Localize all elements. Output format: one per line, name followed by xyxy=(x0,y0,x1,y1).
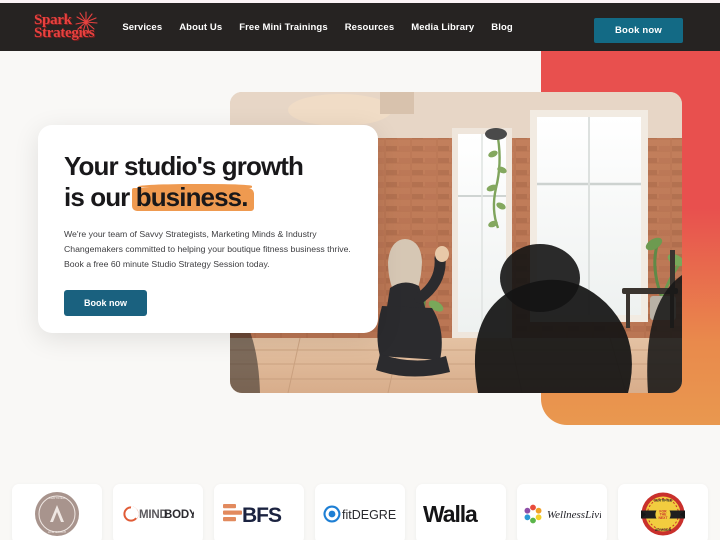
hero-title-line-1: Your studio's growth xyxy=(64,151,304,181)
svg-text:ADVISOR: ADVISOR xyxy=(655,528,672,532)
nav-item-free-mini-trainings[interactable]: Free Mini Trainings xyxy=(239,22,327,33)
nav-item-blog[interactable]: Blog xyxy=(491,22,513,33)
mindbody-logo-icon: MIND BODY xyxy=(122,504,194,524)
nav-book-now-button[interactable]: Book now xyxy=(594,18,683,43)
nav-item-about-us[interactable]: About Us xyxy=(179,22,222,33)
hero-title: Your studio's growth is our business. xyxy=(64,151,348,213)
logo-card-mindbody[interactable]: MIND BODY xyxy=(113,484,203,540)
svg-text:CERTIFIED: CERTIFIED xyxy=(654,499,673,503)
fitdegree-logo-icon: fitDEGREE xyxy=(323,504,397,524)
svg-text:BODY: BODY xyxy=(164,509,194,521)
svg-text:CERTIFIED: CERTIFIED xyxy=(49,496,66,500)
page-root: Spark Strategies Services About Us Free … xyxy=(0,0,720,540)
logo-card-bfs[interactable]: BFS xyxy=(214,484,304,540)
walla-logo-icon: Walla xyxy=(423,501,499,527)
hero-title-line-2-prefix: is our xyxy=(64,182,136,212)
nav-links: Services About Us Free Mini Trainings Re… xyxy=(122,22,512,33)
top-navigation-bar: Spark Strategies Services About Us Free … xyxy=(0,3,720,51)
logo-card-fitdegree[interactable]: fitDEGREE xyxy=(315,484,405,540)
nav-item-media-library[interactable]: Media Library xyxy=(411,22,474,33)
svg-text:LIFE COACH: LIFE COACH xyxy=(48,530,67,534)
logo-card-certified-wellness-life-coach[interactable]: CERTIFIED LIFE COACH xyxy=(12,484,102,540)
partner-logo-strip: CERTIFIED LIFE COACH MIND BODY BFS fitDE… xyxy=(0,484,720,540)
svg-text:Walla: Walla xyxy=(423,501,478,527)
hero-book-now-button[interactable]: Book now xyxy=(64,289,147,316)
wellnessliving-logo-icon: WellnessLiving xyxy=(523,503,601,525)
svg-text:WellnessLiving: WellnessLiving xyxy=(547,509,601,521)
logo-card-certified-advisor[interactable]: CERTIFIED ADVISOR FOR THE NEXT xyxy=(618,484,708,540)
bfs-logo-icon: BFS xyxy=(223,501,295,527)
nav-item-services[interactable]: Services xyxy=(122,22,162,33)
logo-card-walla[interactable]: Walla xyxy=(416,484,506,540)
svg-text:fitDEGREE: fitDEGREE xyxy=(342,508,397,522)
svg-text:NEXT: NEXT xyxy=(658,516,668,520)
logo-card-wellnessliving[interactable]: WellnessLiving xyxy=(517,484,607,540)
site-logo[interactable]: Spark Strategies xyxy=(34,11,98,41)
hero-description: We're your team of Savvy Strategists, Ma… xyxy=(64,229,351,270)
svg-text:BFS: BFS xyxy=(242,504,282,527)
certified-advisor-badge-icon: CERTIFIED ADVISOR FOR THE NEXT xyxy=(640,491,686,537)
certified-wellness-life-coach-seal-icon: CERTIFIED LIFE COACH xyxy=(34,491,80,537)
nav-item-resources[interactable]: Resources xyxy=(345,22,394,33)
hero-title-highlight-wrap: business. xyxy=(131,182,254,213)
hero-title-highlight: business. xyxy=(135,182,249,212)
starburst-icon xyxy=(74,10,98,34)
hero-card: Your studio's growth is our business. We… xyxy=(38,125,378,333)
